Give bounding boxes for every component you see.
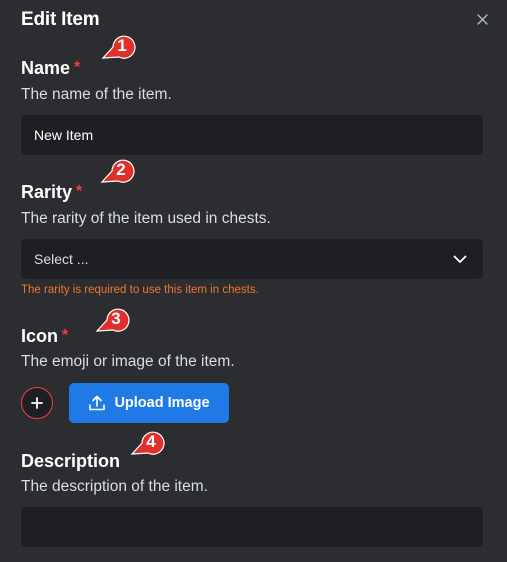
plus-icon [31, 397, 43, 409]
name-label: Name * [21, 58, 80, 79]
edit-item-dialog: Edit Item Name * The name of the item. Ne… [0, 0, 507, 562]
rarity-label-text: Rarity [21, 182, 73, 202]
dialog-title: Edit Item [21, 9, 100, 30]
annotation-badge-4: 4 [130, 423, 166, 459]
annotation-label-4: 4 [146, 432, 156, 451]
name-label-text: Name [21, 58, 71, 78]
description-input[interactable] [21, 507, 483, 547]
chevron-down-icon [453, 255, 467, 263]
description-label: Description [21, 451, 120, 472]
annotation-badge-2: 2 [100, 151, 136, 187]
rarity-required-mark: * [76, 183, 83, 200]
name-description: The name of the item. [21, 86, 172, 103]
rarity-error-message: The rarity is required to use this item … [21, 284, 259, 296]
rarity-description: The rarity of the item used in chests. [21, 210, 271, 227]
upload-image-button[interactable]: Upload Image [69, 383, 229, 423]
upload-image-label: Upload Image [114, 395, 210, 411]
icon-label: Icon * [21, 326, 68, 347]
annotation-label-2: 2 [116, 160, 125, 179]
name-required-mark: * [74, 59, 81, 76]
annotation-badge-1: 1 [101, 27, 137, 63]
icon-required-mark: * [62, 327, 69, 344]
close-icon [476, 13, 488, 25]
annotation-badge-3: 3 [95, 300, 131, 336]
icon-description: The emoji or image of the item. [21, 353, 235, 370]
name-input-value: New Item [34, 127, 94, 143]
upload-icon [89, 395, 106, 411]
emoji-picker-button[interactable] [21, 387, 53, 419]
close-button[interactable] [473, 10, 491, 28]
description-label-text: Description [21, 451, 121, 471]
description-description: The description of the item. [21, 478, 208, 495]
rarity-label: Rarity * [21, 182, 82, 203]
icon-label-text: Icon [21, 326, 59, 346]
rarity-select[interactable]: Select ... [21, 239, 483, 279]
name-input[interactable]: New Item [21, 115, 483, 155]
annotation-label-1: 1 [117, 36, 126, 55]
annotation-label-3: 3 [111, 309, 120, 328]
rarity-select-value: Select ... [34, 251, 89, 267]
